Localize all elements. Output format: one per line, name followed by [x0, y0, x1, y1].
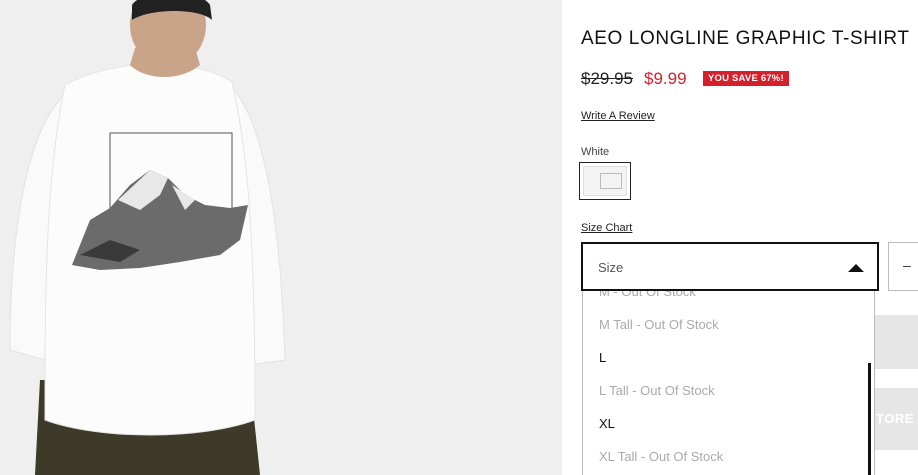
quantity-stepper[interactable]: –: [888, 242, 918, 291]
color-label: White: [581, 146, 610, 158]
size-option[interactable]: L Tall - Out Of Stock: [599, 383, 715, 398]
size-option[interactable]: XL: [599, 416, 615, 431]
dropdown-scrollbar[interactable]: [868, 363, 871, 475]
original-price: $29.95: [581, 69, 633, 88]
product-title: AEO LONGLINE GRAPHIC T-SHIRT: [581, 28, 910, 49]
write-review-link[interactable]: Write A Review: [581, 110, 655, 122]
size-dropdown-list[interactable]: M - Out Of Stock M Tall - Out Of Stock L…: [582, 291, 875, 475]
size-chart-link[interactable]: Size Chart: [581, 222, 632, 234]
sale-price: $9.99: [644, 69, 687, 88]
find-in-store-button[interactable]: TORE: [872, 388, 918, 450]
size-option[interactable]: L: [599, 350, 606, 365]
minus-icon[interactable]: –: [903, 257, 911, 273]
size-select-label: Size: [598, 260, 624, 275]
button-label-partial: TORE: [876, 411, 914, 426]
background-button: [872, 315, 918, 369]
product-details-panel: AEO LONGLINE GRAPHIC T-SHIRT $29.95 $9.9…: [562, 0, 918, 475]
color-swatch-white[interactable]: [579, 162, 631, 200]
size-select[interactable]: Size: [581, 242, 879, 291]
size-option[interactable]: XL Tall - Out Of Stock: [599, 449, 723, 464]
savings-badge: YOU SAVE 67%!: [703, 71, 789, 86]
swatch-thumbnail: [583, 166, 627, 196]
size-option[interactable]: M - Out Of Stock: [599, 291, 696, 299]
caret-up-icon: [848, 264, 864, 272]
model-illustration: [0, 0, 562, 475]
product-photo: [0, 0, 562, 475]
size-option[interactable]: M Tall - Out Of Stock: [599, 317, 719, 332]
